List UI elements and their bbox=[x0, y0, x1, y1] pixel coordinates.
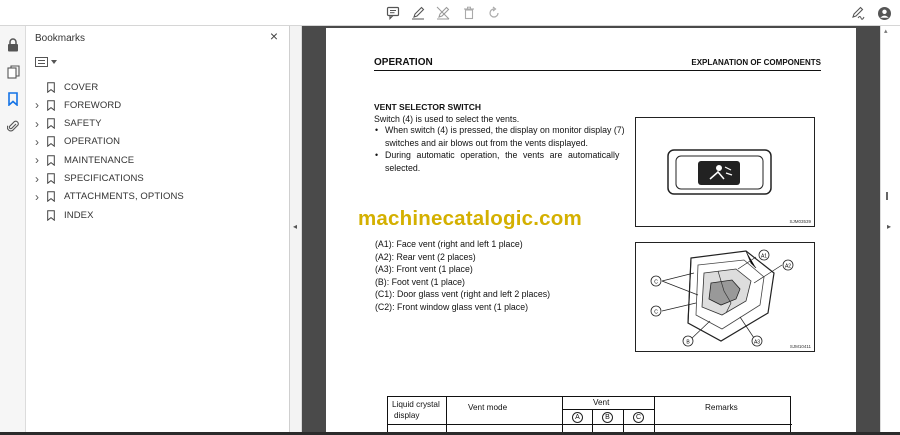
bullet-1-line1: When switch (4) is pressed, the display … bbox=[385, 125, 625, 135]
callout-c1: C bbox=[654, 280, 658, 286]
bookmark-label: SPECIFICATIONS bbox=[64, 173, 144, 184]
collapse-panel-arrow-icon[interactable]: ◂ bbox=[293, 222, 297, 231]
chevron-right-icon[interactable]: › bbox=[32, 153, 42, 167]
pdf-page: OPERATION EXPLANATION OF COMPONENTS VENT… bbox=[326, 28, 856, 435]
page-header-title: OPERATION bbox=[374, 57, 433, 68]
bookmark-ribbon-icon bbox=[42, 173, 60, 184]
bookmark-label: SAFETY bbox=[64, 118, 102, 130]
close-icon[interactable]: × bbox=[267, 29, 281, 43]
top-toolbar bbox=[0, 0, 900, 26]
chevron-right-icon[interactable]: › bbox=[32, 172, 42, 186]
cab-vents-illustration: A1 A2 A3 B C C bbox=[650, 249, 794, 347]
edit-sign-icon[interactable] bbox=[849, 4, 867, 22]
bookmark-label: MAINTENANCE bbox=[64, 154, 135, 166]
figure-2-caption: SJM10411 bbox=[789, 344, 811, 349]
bookmark-ribbon-icon bbox=[42, 209, 60, 221]
vent-item: (A3): Front vent (1 place) bbox=[375, 264, 473, 274]
vent-item: (C2): Front window glass vent (1 place) bbox=[375, 301, 529, 312]
page-header-section: EXPLANATION OF COMPONENTS bbox=[691, 58, 821, 67]
bookmark-label: OPERATION bbox=[64, 136, 121, 148]
switch-figure: SJM03539 bbox=[635, 117, 815, 227]
bookmark-options-button[interactable] bbox=[35, 55, 61, 69]
section-title: VENT SELECTOR SWITCH bbox=[374, 102, 482, 112]
callout-a2: A2 bbox=[785, 264, 791, 270]
rotate-icon[interactable] bbox=[485, 4, 503, 22]
vent-item: (B): Foot vent (1 place) bbox=[375, 276, 465, 287]
document-view[interactable]: OPERATION EXPLANATION OF COMPONENTS VENT… bbox=[302, 26, 880, 435]
vent-mode-table: Liquid crystal display Vent mode Vent A … bbox=[387, 396, 792, 435]
col-vent: Vent bbox=[593, 398, 610, 407]
intro-text: Switch (4) is used to select the vents. bbox=[374, 114, 520, 124]
header-rule bbox=[374, 70, 821, 71]
bookmark-item[interactable]: › OPERATION bbox=[32, 134, 120, 150]
vent-item: (A2): Rear vent (2 places) bbox=[375, 251, 476, 262]
scroll-up-icon[interactable]: ▴ bbox=[884, 27, 888, 35]
callout-c2: C bbox=[654, 310, 658, 316]
bookmark-item[interactable]: INDEX bbox=[32, 207, 94, 223]
bookmark-label: INDEX bbox=[64, 209, 94, 221]
bookmark-ribbon-icon bbox=[42, 118, 60, 130]
col-lcd-line2: display bbox=[394, 411, 420, 420]
callout-a3: A3 bbox=[754, 340, 760, 346]
options-list-icon bbox=[35, 57, 48, 67]
left-tool-rail bbox=[0, 26, 26, 435]
bookmark-item[interactable]: › ATTACHMENTS, OPTIONS bbox=[32, 189, 184, 205]
sign-icon[interactable] bbox=[434, 4, 452, 22]
attachment-icon[interactable] bbox=[4, 117, 22, 135]
pages-icon[interactable] bbox=[4, 63, 22, 81]
bookmark-item[interactable]: › SPECIFICATIONS bbox=[32, 171, 144, 187]
bookmark-label: ATTACHMENTS, OPTIONS bbox=[64, 191, 184, 203]
bookmark-ribbon-icon bbox=[42, 191, 60, 203]
bookmark-label: FOREWORD bbox=[64, 99, 122, 111]
chevron-right-icon[interactable]: › bbox=[32, 135, 42, 149]
delete-icon[interactable] bbox=[460, 4, 478, 22]
panel-title: Bookmarks bbox=[35, 33, 86, 44]
watermark-text: machinecatalogic.com bbox=[358, 207, 582, 230]
account-icon[interactable] bbox=[875, 4, 893, 22]
col-lcd-line1: Liquid crystal bbox=[392, 400, 440, 409]
scrollbar-thumb[interactable] bbox=[886, 192, 888, 200]
vent-item: (C1): Door glass vent (right and left 2 … bbox=[375, 289, 551, 299]
bookmark-ribbon-icon bbox=[42, 99, 60, 111]
bookmark-ribbon-icon bbox=[42, 136, 60, 148]
bookmark-ribbon-icon bbox=[42, 154, 60, 166]
bookmark-ribbon-icon bbox=[42, 81, 60, 93]
vent-location-figure: A1 A2 A3 B C C SJM10411 bbox=[635, 242, 815, 352]
bullet-2-line1: During automatic operation, the vents ar… bbox=[385, 150, 620, 160]
lock-icon[interactable] bbox=[4, 36, 22, 54]
pdf-viewer-window: Bookmarks × COVER › FOREWORD › SAFETY › OPERAT… bbox=[0, 0, 900, 435]
callout-a1: A1 bbox=[761, 254, 767, 260]
col-vent-a: A bbox=[572, 412, 583, 423]
bookmark-item[interactable]: › FOREWORD bbox=[32, 97, 121, 113]
pen-icon[interactable] bbox=[409, 4, 427, 22]
chevron-right-icon[interactable]: › bbox=[32, 98, 42, 112]
vent-switch-illustration bbox=[667, 149, 772, 195]
col-vent-b: B bbox=[602, 412, 613, 423]
comment-icon[interactable] bbox=[384, 4, 402, 22]
col-vent-mode: Vent mode bbox=[468, 403, 508, 412]
bookmark-item[interactable]: COVER bbox=[32, 79, 98, 95]
bullet-2-line2: selected. bbox=[385, 162, 421, 173]
col-vent-c: C bbox=[633, 412, 644, 423]
figure-1-caption: SJM03539 bbox=[789, 219, 811, 224]
bookmark-label: COVER bbox=[64, 81, 99, 93]
col-remarks: Remarks bbox=[705, 403, 738, 412]
bookmark-item[interactable]: › SAFETY bbox=[32, 116, 102, 132]
chevron-right-icon[interactable]: › bbox=[32, 190, 42, 204]
chevron-down-icon bbox=[51, 60, 57, 64]
bookmark-item[interactable]: › MAINTENANCE bbox=[32, 152, 134, 168]
expand-right-panel-arrow-icon[interactable]: ▸ bbox=[887, 222, 891, 231]
bullet-1-line2: switches and air blows out from the vent… bbox=[385, 137, 588, 148]
bookmarks-panel: Bookmarks × COVER › FOREWORD › SAFETY › OPERAT… bbox=[26, 26, 290, 435]
vent-item: (A1): Face vent (right and left 1 place) bbox=[375, 239, 523, 249]
chevron-right-icon[interactable]: › bbox=[32, 117, 42, 131]
bookmark-icon[interactable] bbox=[4, 90, 22, 108]
